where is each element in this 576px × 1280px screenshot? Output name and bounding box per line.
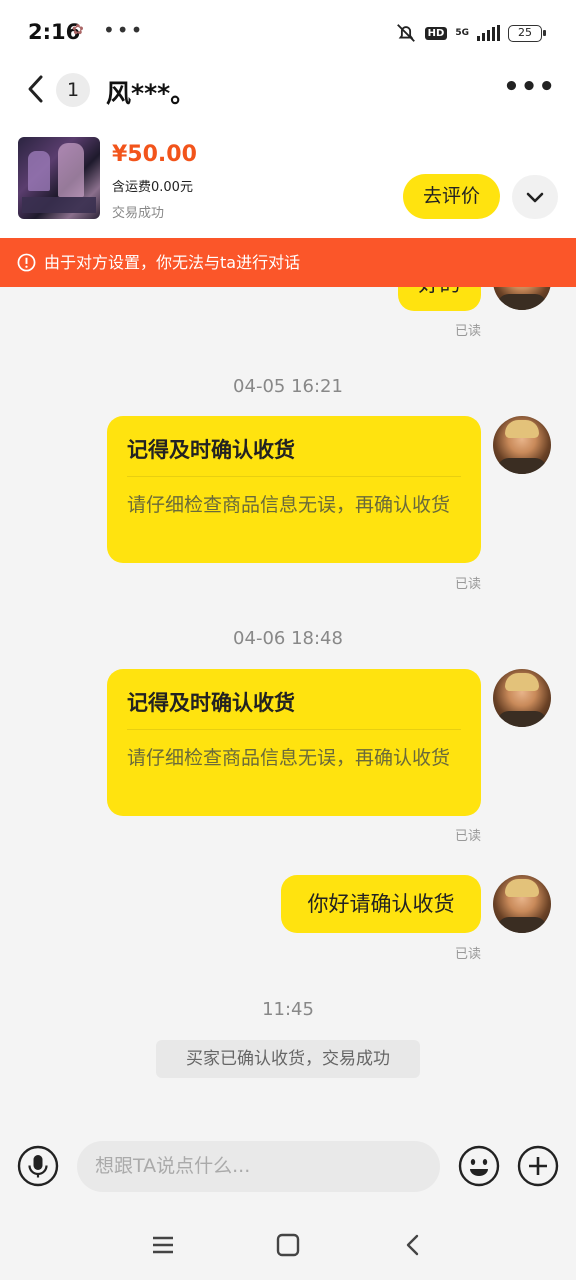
plus-icon[interactable]	[517, 1145, 559, 1187]
avatar[interactable]	[493, 669, 551, 727]
banner-text: 由于对方设置，你无法与ta进行对话	[44, 253, 301, 272]
message-text: 你好请确认收货	[307, 892, 455, 916]
timestamp: 04-05 16:21	[233, 376, 343, 397]
card-title: 记得及时确认收货	[127, 691, 295, 715]
avatar[interactable]	[493, 875, 551, 933]
app-notification-icon: ✿	[72, 22, 84, 38]
message-bubble[interactable]: 好的	[398, 287, 481, 311]
emoji-icon[interactable]	[458, 1145, 500, 1187]
network-label: 5G	[455, 27, 469, 38]
battery-icon: 25	[508, 24, 546, 42]
back-nav-icon[interactable]	[400, 1232, 426, 1258]
menu-icon[interactable]	[150, 1232, 176, 1258]
product-thumbnail[interactable]	[18, 137, 100, 219]
card-divider	[127, 729, 461, 730]
card-description: 请仔细检查商品信息无误，再确认收货	[127, 494, 451, 516]
bell-muted-icon	[396, 24, 415, 42]
avatar[interactable]	[493, 416, 551, 474]
input-bar: 想跟TA说点什么...	[0, 1120, 576, 1210]
product-card[interactable]: ¥50.00 含运费0.00元 交易成功 去评价	[0, 126, 576, 238]
back-arrow-icon[interactable]	[22, 72, 52, 106]
avatar[interactable]	[493, 287, 551, 310]
confirm-reminder-card[interactable]: 记得及时确认收货 请仔细检查商品信息无误，再确认收货	[107, 416, 481, 563]
timestamp: 11:45	[262, 999, 314, 1020]
card-title: 记得及时确认收货	[127, 438, 295, 462]
chat-title: 风***。	[106, 79, 196, 108]
message-bubble[interactable]: 你好请确认收货	[281, 875, 481, 933]
read-receipt: 已读	[454, 829, 481, 844]
read-receipt: 已读	[454, 324, 481, 339]
shipping-info: 含运费0.00元	[112, 180, 193, 195]
unread-count-badge: 1	[56, 73, 90, 107]
signal-icon	[477, 25, 500, 41]
restriction-banner: 由于对方设置，你无法与ta进行对话	[0, 238, 576, 287]
message-text: 好的	[419, 287, 461, 296]
message-list[interactable]: 好的 已读 04-05 16:21 记得及时确认收货 请仔细检查商品信息无误，再…	[0, 287, 576, 1120]
message-input[interactable]: 想跟TA说点什么...	[77, 1141, 440, 1192]
system-message: 买家已确认收货，交易成功	[156, 1040, 420, 1078]
status-bar: 2:16 ✿ ••• HD 5G 25	[0, 0, 576, 66]
chat-header: 1 风***。 •••	[0, 66, 576, 126]
status-dots: •••	[103, 18, 145, 42]
chevron-down-icon	[526, 192, 544, 203]
card-description: 请仔细检查商品信息无误，再确认收货	[127, 747, 451, 769]
read-receipt: 已读	[454, 947, 481, 962]
product-price: ¥50.00	[112, 142, 197, 167]
timestamp: 04-06 18:48	[233, 628, 343, 649]
home-icon[interactable]	[275, 1232, 301, 1258]
review-button[interactable]: 去评价	[403, 174, 500, 219]
hd-badge: HD	[424, 26, 448, 40]
read-receipt: 已读	[454, 577, 481, 592]
deal-status: 交易成功	[112, 206, 165, 221]
confirm-reminder-card[interactable]: 记得及时确认收货 请仔细检查商品信息无误，再确认收货	[107, 669, 481, 816]
card-divider	[127, 476, 461, 477]
more-icon[interactable]: •••	[503, 72, 556, 102]
system-nav-bar	[0, 1210, 576, 1280]
status-right: HD 5G 25	[395, 22, 546, 44]
warning-icon	[17, 253, 36, 272]
expand-button[interactable]	[512, 175, 558, 219]
microphone-icon[interactable]	[17, 1145, 59, 1187]
